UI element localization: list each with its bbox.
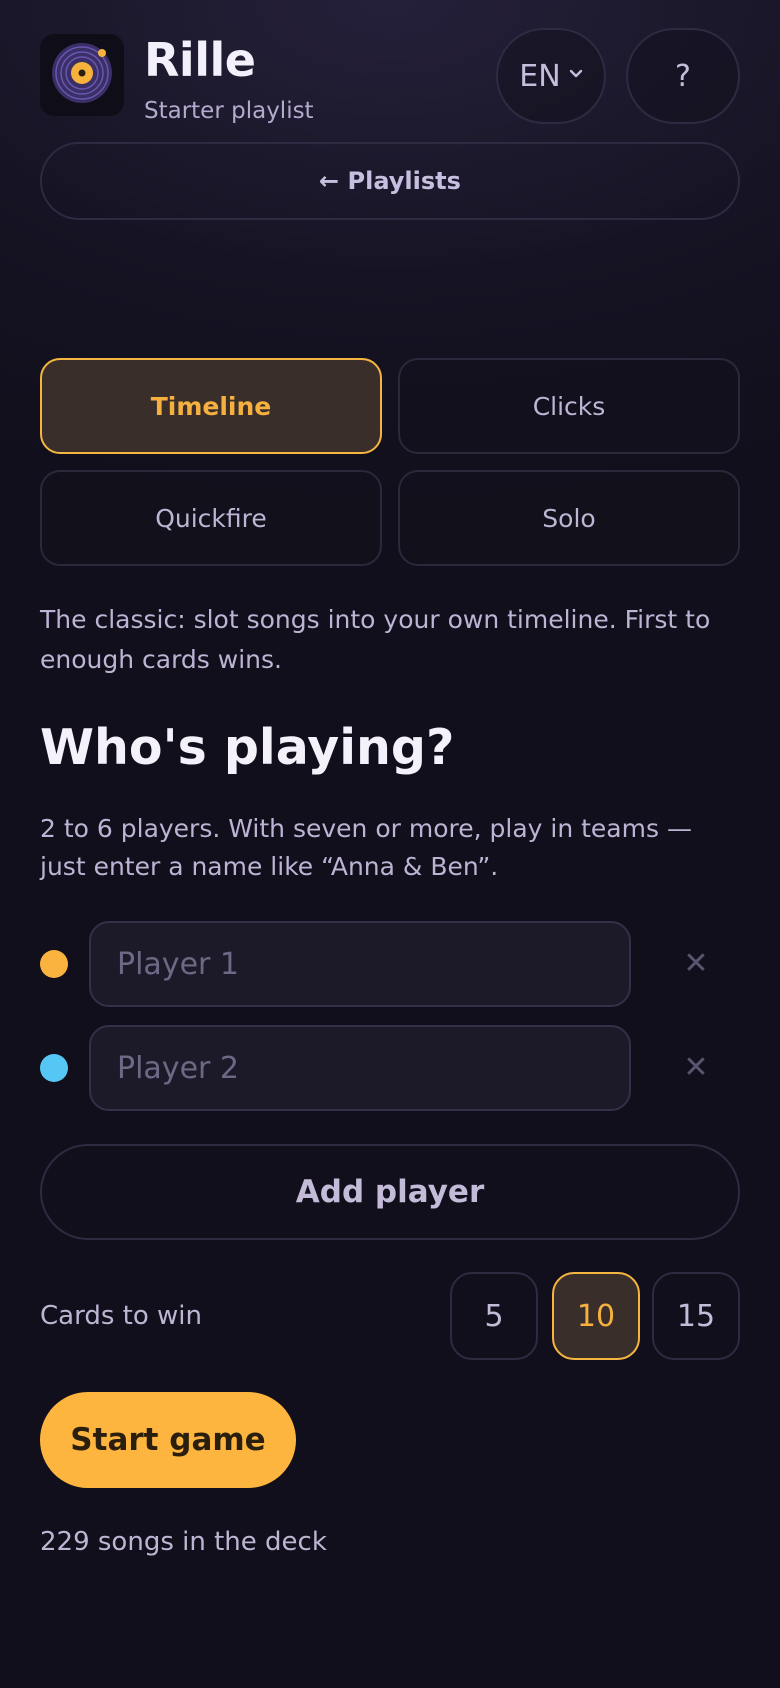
- mode-label: Clicks: [532, 391, 606, 421]
- cards-option-label: 5: [484, 1298, 504, 1334]
- players-note: 2 to 6 players. With seven or more, play…: [40, 814, 692, 881]
- start-game-label: Start game: [70, 1422, 266, 1458]
- mode-label: Quickfire: [155, 503, 267, 533]
- cards-to-win-label: Cards to win: [40, 1301, 202, 1331]
- close-icon: ✕: [683, 1049, 709, 1085]
- cards-option-label: 10: [576, 1298, 616, 1334]
- cards-option-10[interactable]: 10: [552, 1272, 640, 1360]
- help-button[interactable]: ?: [626, 28, 740, 124]
- vinyl-record-icon: [50, 41, 114, 109]
- language-label: EN: [519, 58, 561, 94]
- mode-clicks[interactable]: Clicks: [398, 358, 740, 454]
- playlist-subtitle: Starter playlist: [144, 98, 314, 124]
- player-color-dot: [40, 950, 68, 978]
- mode-label: Timeline: [150, 391, 272, 421]
- back-label: ← Playlists: [319, 167, 461, 195]
- mode-solo[interactable]: Solo: [398, 470, 740, 566]
- start-game-button[interactable]: Start game: [40, 1392, 296, 1488]
- cards-option-15[interactable]: 15: [652, 1272, 740, 1360]
- close-icon: ✕: [683, 945, 709, 981]
- mode-description: The classic: slot songs into your own ti…: [40, 605, 711, 674]
- app-logo: [40, 34, 124, 116]
- deck-count: 229 songs in the deck: [40, 1527, 327, 1557]
- chevron-down-icon: [569, 63, 583, 84]
- mode-label: Solo: [542, 503, 596, 533]
- add-player-button[interactable]: Add player: [40, 1144, 740, 1240]
- help-icon: ?: [675, 58, 691, 94]
- player-color-dot: [40, 1054, 68, 1082]
- player-name-input[interactable]: [89, 921, 631, 1007]
- cards-option-label: 15: [676, 1298, 716, 1334]
- remove-player-button[interactable]: ✕: [671, 938, 721, 988]
- language-selector[interactable]: EN: [496, 28, 606, 124]
- players-heading: Who's playing?: [40, 719, 455, 776]
- add-player-label: Add player: [295, 1174, 485, 1210]
- cards-option-5[interactable]: 5: [450, 1272, 538, 1360]
- back-to-playlists-button[interactable]: ← Playlists: [40, 142, 740, 220]
- mode-timeline[interactable]: Timeline: [40, 358, 382, 454]
- mode-quickfire[interactable]: Quickfire: [40, 470, 382, 566]
- player-name-input[interactable]: [89, 1025, 631, 1111]
- remove-player-button[interactable]: ✕: [671, 1042, 721, 1092]
- app-title: Rille: [144, 33, 256, 87]
